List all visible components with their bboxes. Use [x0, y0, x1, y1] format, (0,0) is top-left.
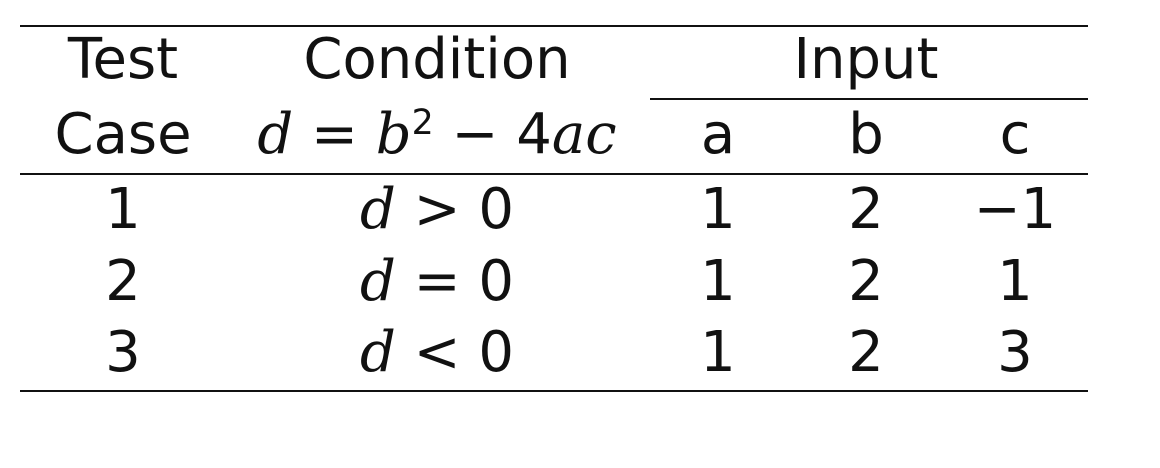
- row-3-condition: d < 0: [360, 325, 514, 381]
- cond-val: 0: [478, 249, 515, 314]
- cond-op: <: [413, 320, 461, 385]
- row-3-c: 3: [997, 320, 1033, 385]
- bottom-rule: [20, 390, 1088, 392]
- cond-op: =: [413, 249, 461, 314]
- cond-op: >: [413, 177, 461, 242]
- row-1-condition: d > 0: [360, 182, 514, 238]
- header-case: Case: [54, 102, 192, 167]
- row-1-a: 1: [700, 177, 736, 242]
- row-2-a: 1: [700, 249, 736, 314]
- row-2-condition: d = 0: [360, 254, 514, 310]
- formula-eq: =: [311, 102, 358, 167]
- input-group-rule: [650, 98, 1088, 100]
- row-3-case: 3: [105, 320, 141, 385]
- row-2-c: 1: [997, 249, 1033, 314]
- header-condition: Condition: [303, 27, 571, 92]
- row-1-c: −1: [973, 177, 1057, 242]
- row-2-b: 2: [848, 249, 884, 314]
- header-col-c: c: [999, 102, 1031, 167]
- row-1-b: 2: [848, 177, 884, 242]
- cond-var: d: [359, 249, 396, 314]
- header-col-a: a: [700, 102, 736, 167]
- formula-b: b: [375, 102, 412, 167]
- cond-val: 0: [478, 320, 515, 385]
- header-col-b: b: [848, 102, 884, 167]
- formula-coef: 4: [516, 102, 552, 167]
- formula-ac: ac: [551, 102, 617, 167]
- row-2-case: 2: [105, 249, 141, 314]
- row-3-a: 1: [700, 320, 736, 385]
- formula-exp: 2: [411, 102, 434, 143]
- header-rule: [20, 173, 1088, 175]
- formula-minus: −: [451, 102, 499, 167]
- cond-var: d: [359, 320, 396, 385]
- cond-val: 0: [478, 177, 515, 242]
- header-condition-formula: d = b2 − 4ac: [257, 106, 616, 163]
- row-3-b: 2: [848, 320, 884, 385]
- cond-var: d: [359, 177, 396, 242]
- row-1-case: 1: [105, 177, 141, 242]
- header-input: Input: [793, 27, 939, 92]
- formula-d: d: [257, 102, 294, 167]
- header-test: Test: [67, 27, 179, 92]
